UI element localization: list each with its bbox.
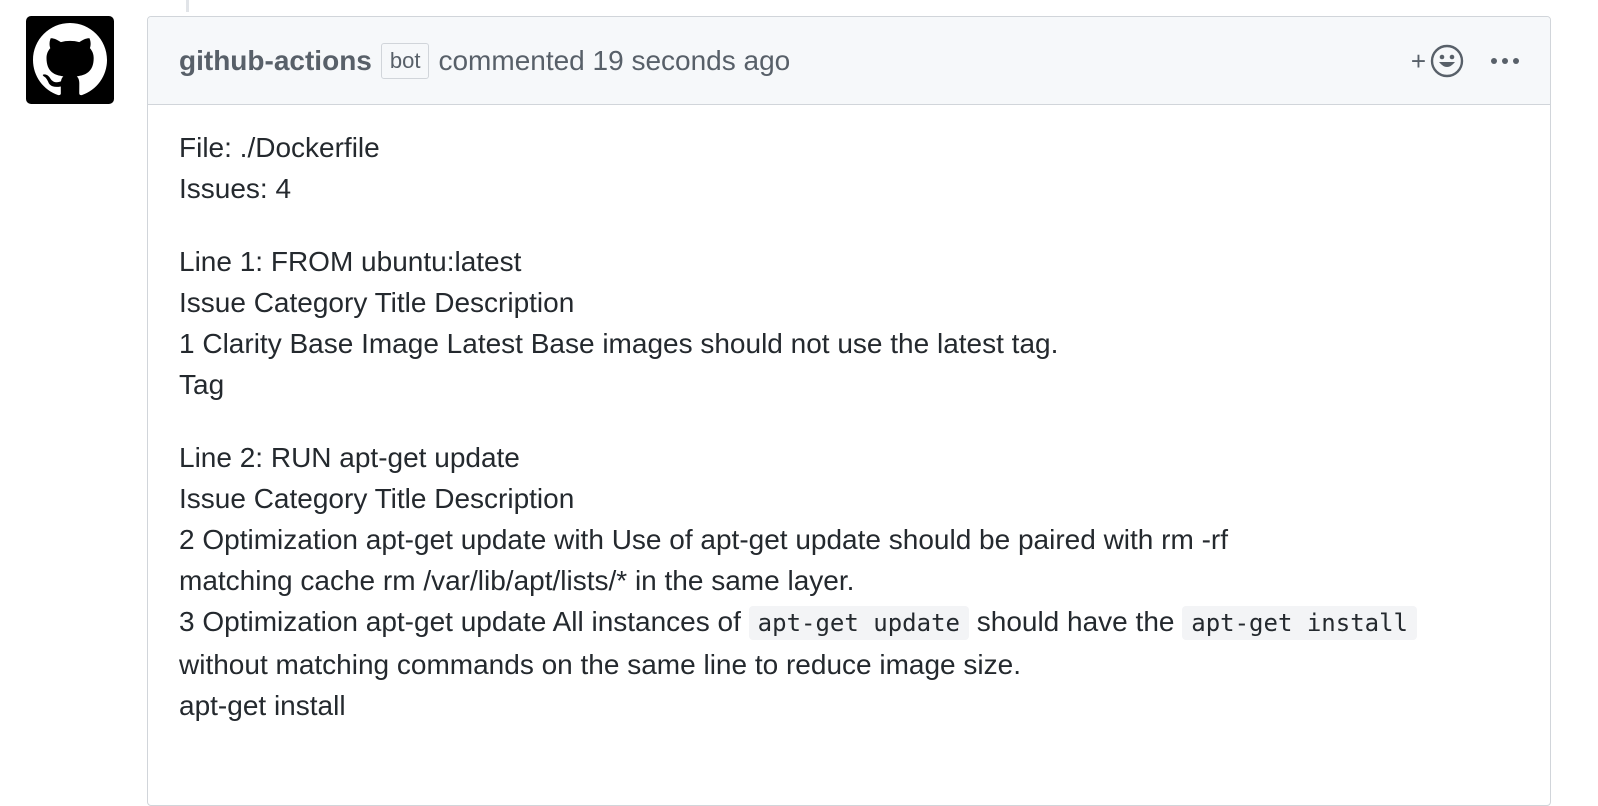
comment-body: File: ./Dockerfile Issues: 4 Line 1: FRO… — [148, 105, 1550, 726]
github-logo-icon — [33, 23, 107, 96]
table-header: Issue Category Title Description — [179, 483, 575, 514]
plus-icon: + — [1410, 45, 1426, 76]
bot-badge: bot — [380, 42, 430, 79]
avatar[interactable] — [26, 16, 114, 104]
issues-count: Issues: 4 — [179, 173, 292, 204]
table-row-continuation: apt-get install — [179, 690, 346, 721]
comment-box: github-actions bot commented 19 seconds … — [147, 16, 1551, 806]
comment-header: github-actions bot commented 19 seconds … — [148, 17, 1550, 105]
table-row: 3 Optimization apt-get update All instan… — [179, 601, 1519, 644]
table-row: 2 Optimization apt-get update with Use o… — [179, 524, 1229, 555]
table-row: 1 Clarity Base Image Latest Base images … — [179, 328, 1059, 359]
smiley-icon — [1430, 44, 1464, 77]
table-row-continuation: without matching commands on the same li… — [179, 649, 1021, 680]
issue-section-line-2: Line 2: RUN apt-get update Issue Categor… — [179, 437, 1519, 726]
add-reaction-button[interactable]: + — [1411, 44, 1464, 78]
table-row-continuation: Tag — [179, 369, 225, 400]
kebab-horizontal-icon — [1491, 57, 1519, 64]
section-heading: Line 1: FROM ubuntu:latest — [179, 246, 522, 277]
table-row-continuation: matching cache rm /var/lib/apt/lists/* i… — [179, 565, 855, 596]
issue-section-line-1: Line 1: FROM ubuntu:latest Issue Categor… — [179, 241, 1519, 405]
section-heading: Line 2: RUN apt-get update — [179, 442, 520, 473]
author-link[interactable]: github-actions — [179, 45, 372, 77]
header-actions: + — [1411, 44, 1520, 78]
comment-timestamp[interactable]: commented 19 seconds ago — [438, 45, 790, 77]
inline-code: apt-get update — [748, 606, 969, 640]
timeline-line — [186, 0, 189, 12]
row-text: 3 Optimization apt-get update All instan… — [179, 606, 749, 637]
row-text: should have the — [968, 606, 1183, 637]
file-summary: File: ./Dockerfile Issues: 4 — [179, 127, 1519, 209]
inline-code: apt-get install — [1182, 606, 1417, 640]
table-header: Issue Category Title Description — [179, 287, 575, 318]
file-line: File: ./Dockerfile — [179, 132, 380, 163]
more-options-button[interactable] — [1490, 56, 1520, 66]
